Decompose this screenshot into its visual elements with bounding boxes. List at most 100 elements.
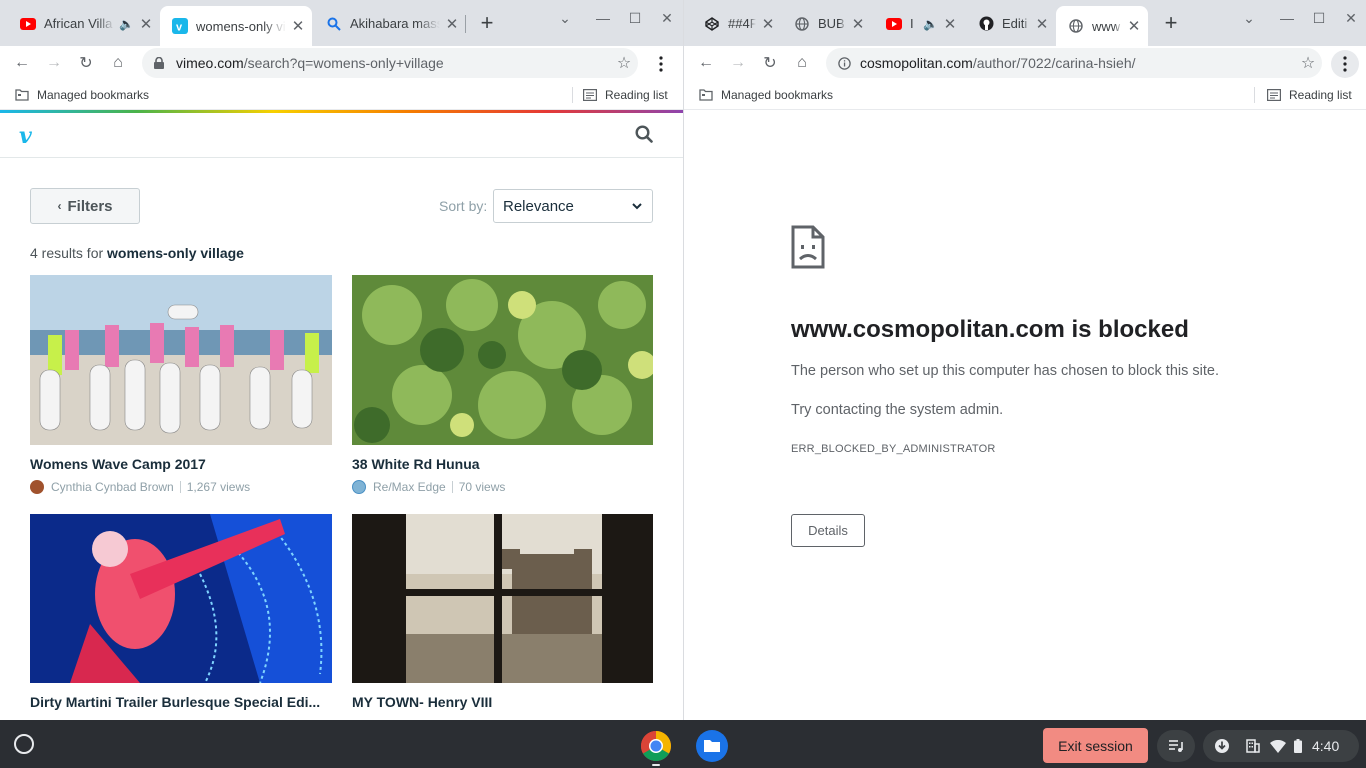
- address-bar[interactable]: vimeo.com/search?q=womens-only+village ☆: [142, 48, 638, 78]
- minimize-icon[interactable]: —: [1274, 10, 1300, 26]
- new-tab-button[interactable]: +: [1158, 10, 1184, 36]
- avatar[interactable]: [30, 480, 44, 494]
- back-arrow-icon[interactable]: ←: [690, 48, 722, 78]
- tab-search-chevron-icon[interactable]: ⌄: [552, 10, 578, 27]
- tab-codepen[interactable]: ##4F ✕: [692, 7, 782, 40]
- sort-select[interactable]: Relevance: [493, 189, 653, 223]
- reading-list-label: Reading list: [605, 88, 668, 102]
- close-icon[interactable]: ✕: [1126, 17, 1142, 35]
- search-icon[interactable]: [635, 125, 653, 148]
- avatar[interactable]: [352, 480, 366, 494]
- bookmarks-bar: Managed bookmarks Reading list: [684, 80, 1366, 110]
- tab-search-chevron-icon[interactable]: ⌄: [1236, 10, 1262, 27]
- back-arrow-icon[interactable]: ←: [6, 48, 38, 78]
- chrome-icon[interactable]: [640, 730, 672, 762]
- close-icon[interactable]: ✕: [444, 15, 460, 33]
- video-thumbnail[interactable]: [352, 275, 653, 445]
- maximize-icon[interactable]: ☐: [1306, 10, 1332, 27]
- video-title[interactable]: Dirty Martini Trailer Burlesque Special …: [30, 694, 332, 710]
- bookmark-divider: [572, 87, 573, 103]
- results-query: womens-only village: [107, 245, 244, 261]
- managed-bookmarks-folder[interactable]: Managed bookmarks: [699, 88, 833, 102]
- address-bar[interactable]: cosmopolitan.com/author/7022/carina-hsie…: [826, 48, 1322, 78]
- close-icon[interactable]: ✕: [760, 15, 776, 33]
- close-icon[interactable]: ✕: [850, 15, 866, 33]
- tab-african-village[interactable]: African Villa 🔈 ✕: [8, 7, 160, 40]
- sort-label: Sort by:: [439, 198, 488, 214]
- video-thumbnail[interactable]: [352, 514, 653, 683]
- media-controls-button[interactable]: [1157, 730, 1195, 762]
- maximize-icon[interactable]: ☐: [622, 10, 648, 27]
- video-card[interactable]: 38 White Rd Hunua Re/Max Edge 70 views: [352, 275, 653, 494]
- video-title[interactable]: 38 White Rd Hunua: [352, 456, 653, 472]
- video-card[interactable]: Womens Wave Camp 2017 Cynthia Cynbad Bro…: [30, 275, 332, 494]
- home-icon[interactable]: ⌂: [786, 48, 818, 78]
- codepen-icon: [704, 16, 720, 32]
- folder-icon: [15, 89, 29, 101]
- status-tray[interactable]: 4:40: [1203, 730, 1359, 762]
- video-views: 1,267 views: [186, 480, 251, 494]
- tab-bubb[interactable]: BUBB ✕: [782, 7, 872, 40]
- video-thumbnail[interactable]: [30, 275, 332, 445]
- close-icon[interactable]: ✕: [1034, 15, 1050, 33]
- reload-icon[interactable]: ↻: [70, 48, 102, 78]
- enterprise-icon: [1246, 739, 1260, 753]
- tab-title: ##4F: [728, 16, 756, 31]
- video-title[interactable]: Womens Wave Camp 2017: [30, 456, 332, 472]
- managed-bookmarks-folder[interactable]: Managed bookmarks: [15, 88, 149, 102]
- search-icon: [326, 16, 342, 32]
- tab-cosmopolitan[interactable]: www ✕: [1056, 6, 1148, 46]
- kebab-menu-icon[interactable]: [1331, 50, 1359, 78]
- chevron-left-icon: ‹: [57, 199, 62, 213]
- details-button[interactable]: Details: [791, 514, 865, 547]
- tab-akihabara[interactable]: Akihabara mass ✕: [314, 7, 466, 40]
- minimize-icon[interactable]: —: [590, 10, 616, 26]
- reload-icon[interactable]: ↻: [754, 48, 786, 78]
- close-window-icon[interactable]: ✕: [1338, 10, 1364, 27]
- video-author[interactable]: Re/Max Edge: [373, 480, 446, 494]
- speaker-icon[interactable]: 🔈: [923, 17, 938, 31]
- filters-button[interactable]: ‹ Filters: [30, 188, 140, 224]
- speaker-icon[interactable]: 🔈: [119, 17, 134, 31]
- close-window-icon[interactable]: ✕: [654, 10, 680, 27]
- close-icon[interactable]: ✕: [138, 15, 154, 33]
- video-title[interactable]: MY TOWN- Henry VIII: [352, 694, 653, 710]
- forward-arrow-icon[interactable]: →: [722, 48, 754, 78]
- tab-title: Editi: [1002, 16, 1028, 31]
- svg-text:v: v: [176, 22, 183, 34]
- launcher-icon[interactable]: [14, 734, 34, 754]
- tab-youtube[interactable]: I 🔈 ✕: [874, 7, 964, 40]
- folder-icon: [699, 89, 713, 101]
- bookmark-star-icon[interactable]: ☆: [1294, 53, 1322, 73]
- video-meta: Re/Max Edge 70 views: [352, 480, 653, 494]
- reading-list-button[interactable]: Reading list: [583, 88, 668, 102]
- forward-arrow-icon[interactable]: →: [38, 48, 70, 78]
- video-thumbnail[interactable]: [30, 514, 332, 683]
- video-meta: Cynthia Cynbad Brown 1,267 views: [30, 480, 332, 494]
- vimeo-logo[interactable]: v: [19, 123, 32, 149]
- tab-github[interactable]: Editi ✕: [966, 7, 1056, 40]
- bookmark-star-icon[interactable]: ☆: [610, 53, 638, 73]
- tab-womens-only-village[interactable]: v womens-only vil ✕: [160, 6, 312, 46]
- home-icon[interactable]: ⌂: [102, 48, 134, 78]
- globe-icon: [1068, 18, 1084, 34]
- video-card[interactable]: MY TOWN- Henry VIII: [352, 514, 653, 710]
- bookmarks-bar: Managed bookmarks Reading list: [0, 80, 683, 110]
- close-icon[interactable]: ✕: [942, 15, 958, 33]
- results-count: 4 results for womens-only village: [30, 245, 244, 261]
- new-tab-button[interactable]: +: [474, 10, 500, 36]
- video-card[interactable]: Dirty Martini Trailer Burlesque Special …: [30, 514, 332, 710]
- exit-session-button[interactable]: Exit session: [1043, 728, 1148, 763]
- chevron-down-icon: [631, 199, 643, 216]
- battery-icon: [1294, 739, 1302, 753]
- kebab-menu-icon[interactable]: [647, 50, 675, 78]
- close-icon[interactable]: ✕: [290, 17, 306, 35]
- reading-list-icon: [583, 89, 597, 101]
- toolbar: ← → ↻ ⌂ vimeo.com/search?q=womens-only+v…: [0, 46, 683, 80]
- reading-list-button[interactable]: Reading list: [1267, 88, 1352, 102]
- video-author[interactable]: Cynthia Cynbad Brown: [51, 480, 174, 494]
- files-icon[interactable]: [696, 730, 728, 762]
- app-running-indicator: [652, 764, 660, 766]
- meta-divider: [179, 481, 181, 493]
- url-domain: vimeo.com: [176, 55, 244, 71]
